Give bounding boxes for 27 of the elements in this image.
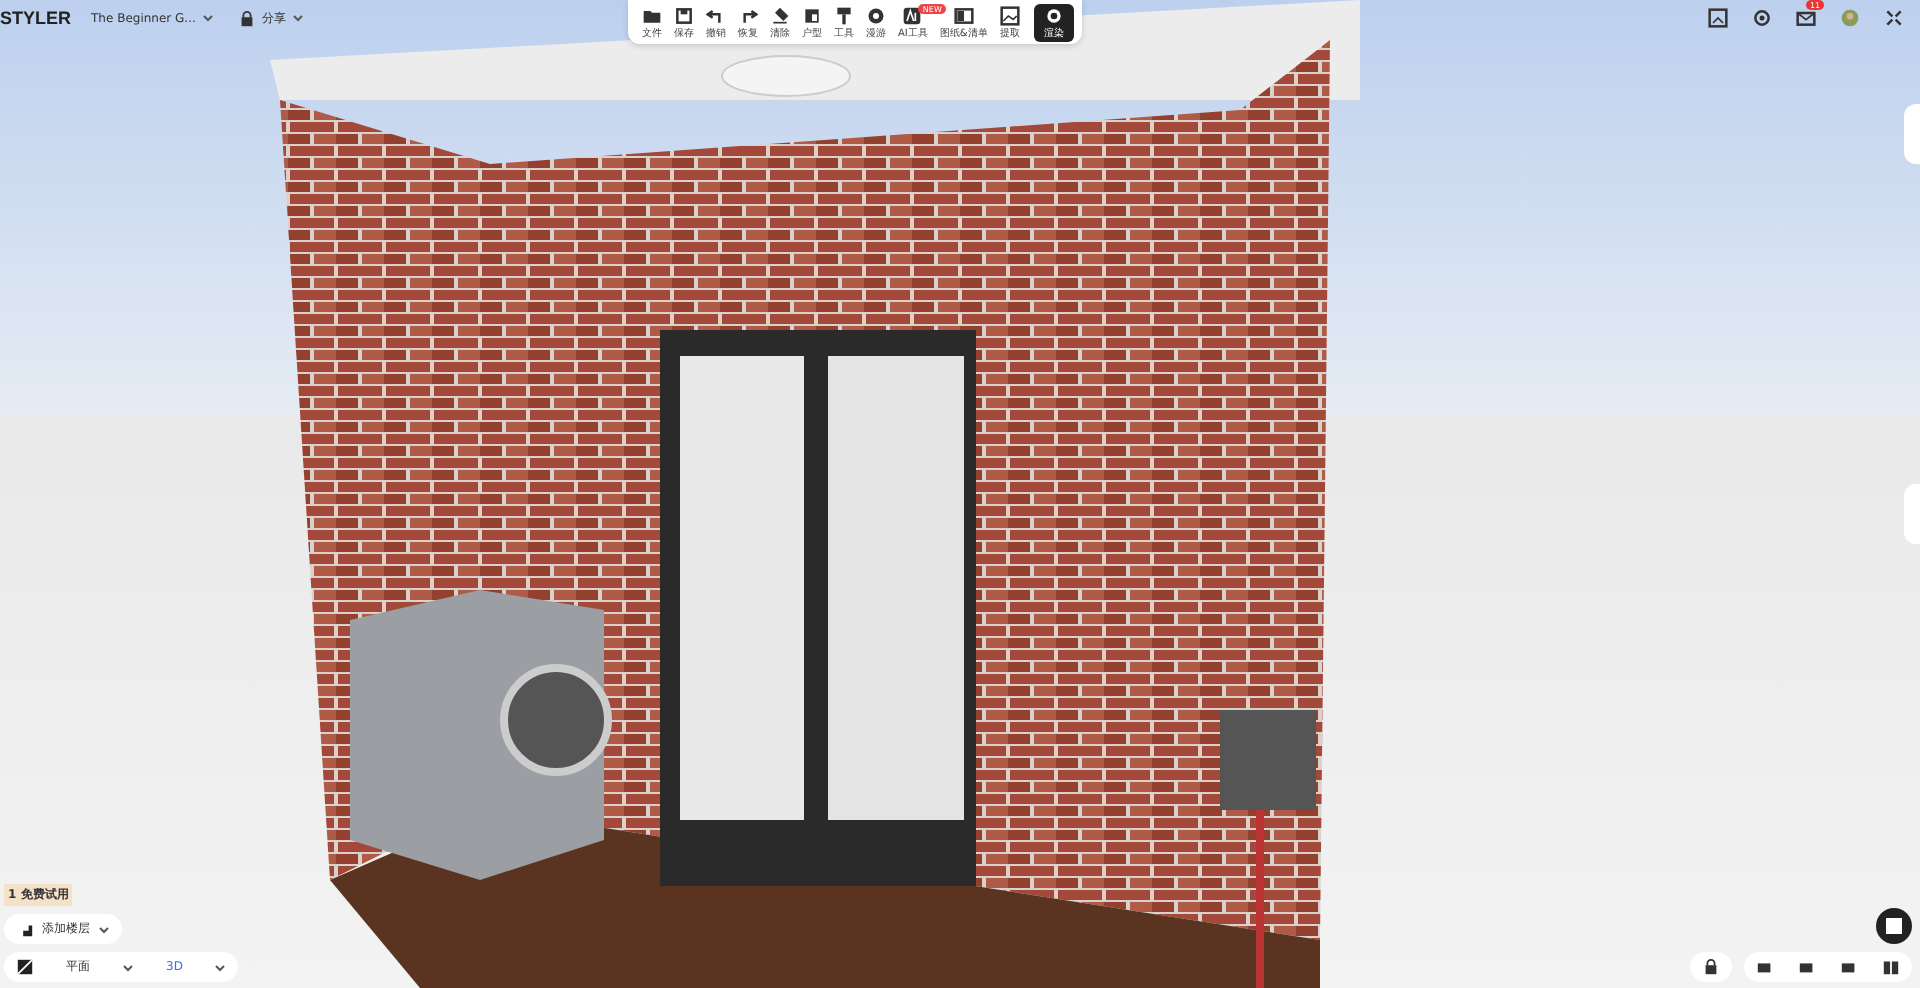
undo-icon [706, 5, 726, 25]
folder-icon [642, 5, 662, 25]
lock-button[interactable] [1690, 952, 1732, 982]
save-icon [674, 5, 694, 25]
lock-icon [237, 9, 256, 27]
redo-icon [738, 5, 758, 25]
settings-icon[interactable] [1752, 8, 1772, 28]
book-icon[interactable] [1882, 958, 1900, 976]
collapse-icon[interactable] [1884, 8, 1904, 28]
panel-toggle-tab[interactable] [1904, 104, 1920, 164]
image-icon[interactable] [1708, 8, 1728, 28]
feedback-button[interactable] [1876, 908, 1912, 944]
ai-icon [902, 5, 923, 25]
tool-icon [834, 5, 854, 25]
caret-icon [214, 963, 227, 971]
caret-icon [291, 14, 304, 22]
eraser-icon [770, 5, 790, 25]
sheet-icon [953, 5, 974, 25]
hatch-icon[interactable] [16, 958, 34, 976]
caret-icon [122, 963, 134, 971]
caret-icon [201, 14, 214, 22]
brand-logo-text[interactable]: STYLER [0, 8, 72, 28]
caret-icon [98, 925, 110, 933]
mail-icon[interactable] [1796, 8, 1816, 28]
lock-icon [1702, 958, 1720, 976]
image-icon [999, 5, 1020, 25]
floor-plan-icon [802, 5, 822, 25]
